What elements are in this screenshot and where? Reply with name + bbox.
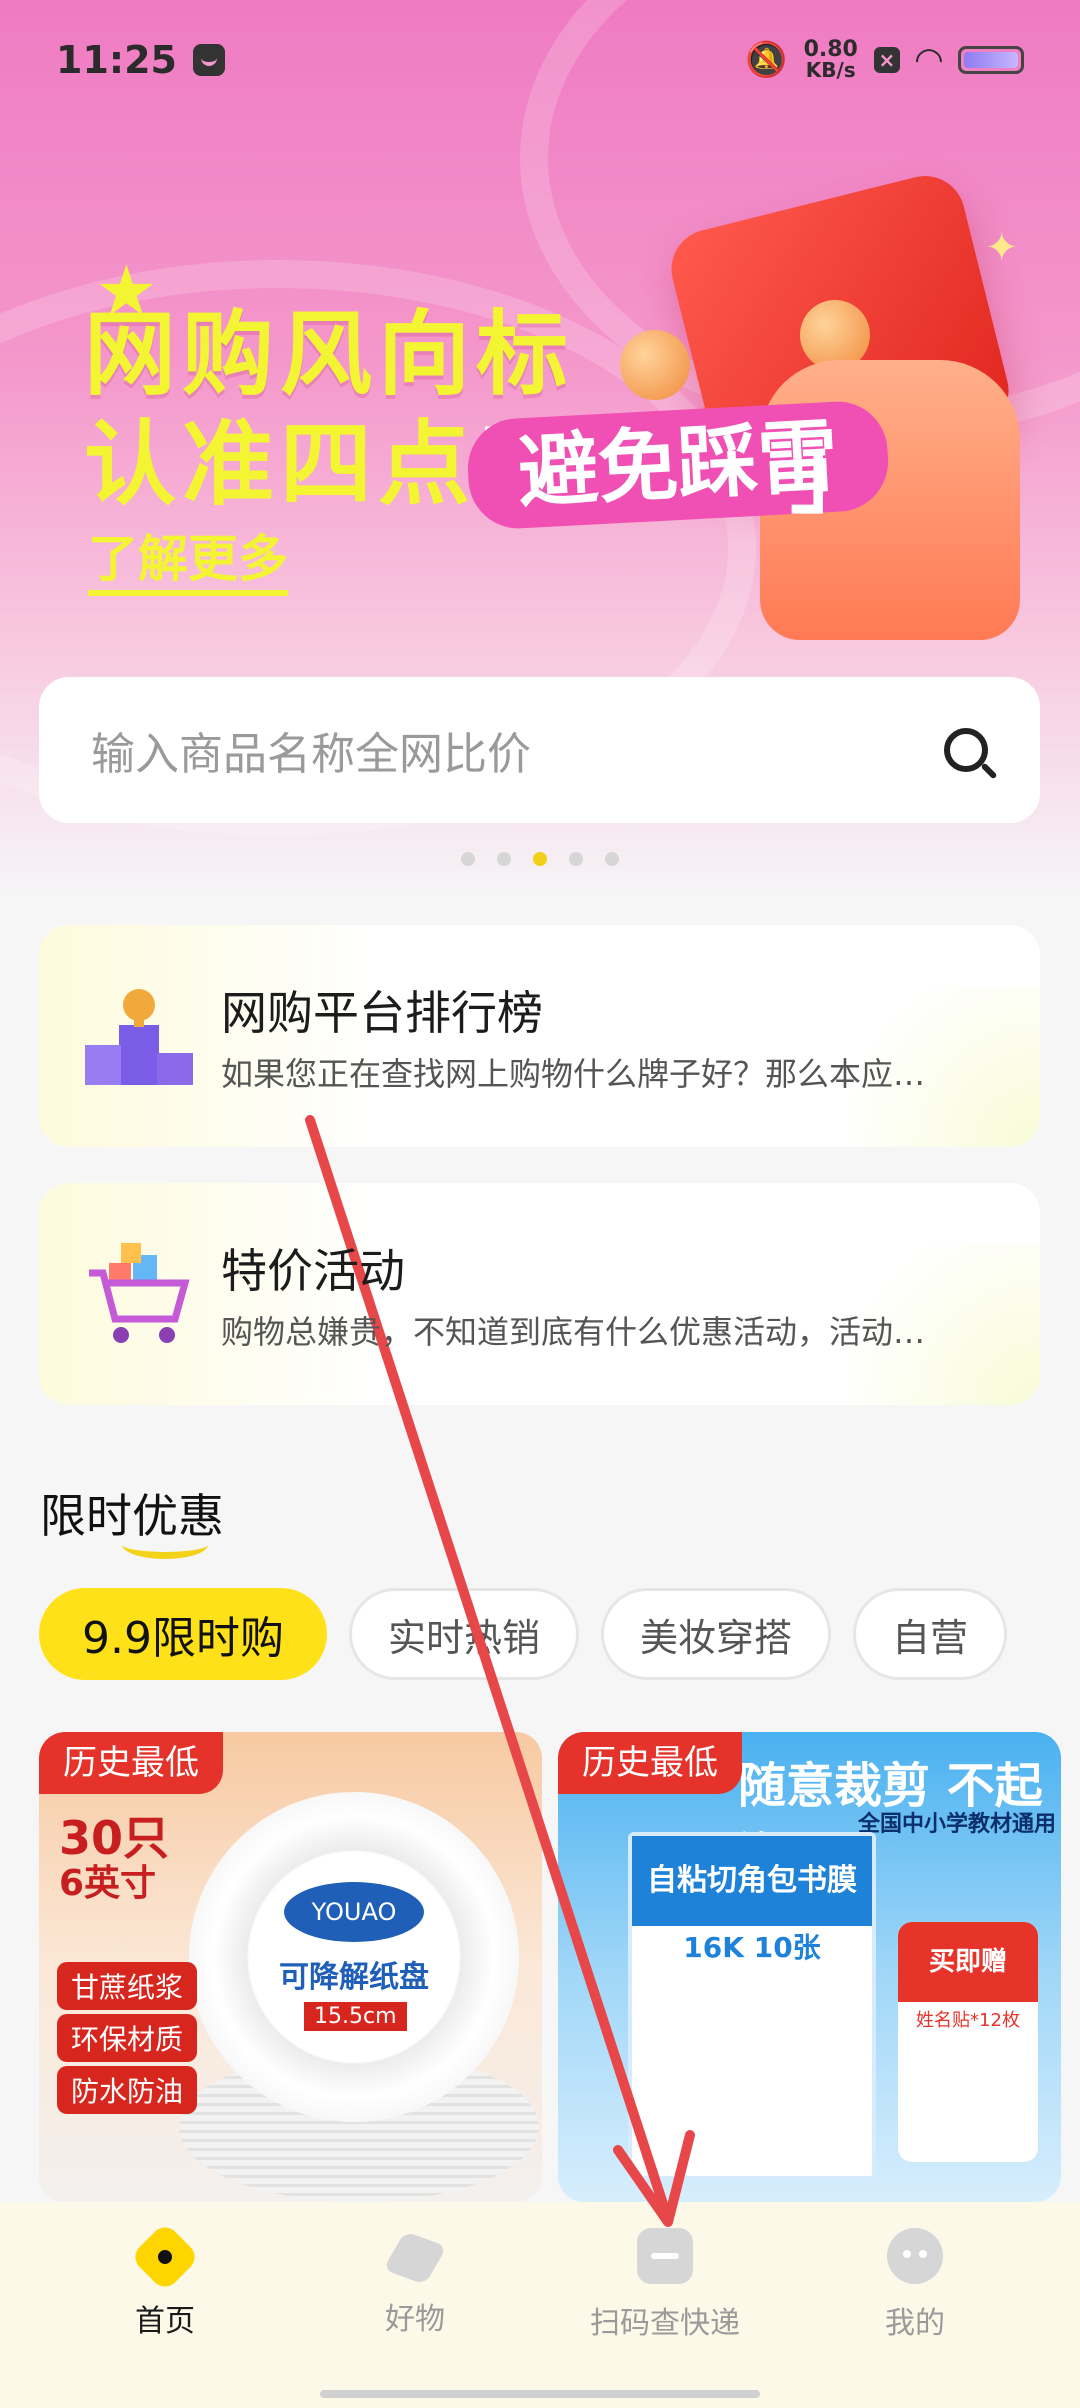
product-card[interactable]: 历史最低 30只 6英寸 YOUAO 可降解纸盘 15.5cm 甘蔗纸浆 环保材…	[39, 1732, 542, 2202]
product-inch: 6英寸	[59, 1863, 157, 1904]
paper-plate-image: YOUAO 可降解纸盘 15.5cm	[189, 1792, 519, 2122]
product-subtitle: 全国中小学教材通用	[858, 1812, 1057, 1837]
sim-off-icon: ×	[873, 47, 900, 73]
carousel-indicator	[0, 852, 1080, 866]
tab-flash-sale[interactable]: 9.9限时购	[39, 1588, 327, 1680]
feature-tag: 环保材质	[57, 2014, 198, 2062]
product-name: 可降解纸盘	[279, 1960, 429, 1995]
coin-illustration	[620, 330, 690, 400]
carousel-dot	[497, 852, 511, 866]
lowest-price-badge: 历史最低	[39, 1732, 223, 1794]
book-cover-product-image: 自粘切角包书膜 16K 10张	[628, 1832, 876, 2180]
section-title: 限时优惠	[40, 1480, 224, 1559]
gesture-home-indicator[interactable]	[320, 2390, 760, 2398]
banner-subheadline: 认准四点	[84, 411, 477, 518]
profile-icon	[887, 2228, 943, 2284]
carousel-dot	[569, 852, 583, 866]
nav-scan-express[interactable]: 扫码查快递	[565, 2202, 765, 2408]
wifi-icon: ◠	[915, 40, 942, 80]
deal-tabs: 9.9限时购 实时热销 美妆穿搭 自营	[39, 1588, 1008, 1680]
tab-hot-sales[interactable]: 实时热销	[348, 1588, 579, 1680]
search-icon[interactable]	[944, 728, 988, 772]
nav-label: 首页	[135, 2304, 195, 2339]
nav-profile[interactable]: 我的	[815, 2202, 1015, 2408]
card-description: 如果您正在查找网上购物什么牌子好？那么本应…	[221, 1055, 926, 1093]
banner-headline: 网购风向标	[84, 301, 575, 408]
card-title: 特价活动	[221, 1244, 405, 1298]
product-size: 15.5cm	[304, 2002, 407, 2031]
carousel-dot	[605, 852, 619, 866]
mute-bell-icon: 🔕	[745, 40, 788, 80]
nav-goods[interactable]: 好物	[315, 2202, 515, 2408]
special-offers-card[interactable]: 特价活动 购物总嫌贵，不知道到底有什么优惠活动，活动…	[39, 1183, 1040, 1405]
battery-icon	[958, 46, 1024, 74]
nav-home[interactable]: 首页	[65, 2202, 265, 2408]
tab-self-operated[interactable]: 自营	[853, 1588, 1008, 1680]
brand-logo: YOUAO	[284, 1882, 424, 1942]
home-icon	[129, 2221, 201, 2293]
product-card[interactable]: 历史最低 随意裁剪 不起泡 全国中小学教材通用 自粘切角包书膜 16K 10张 …	[558, 1732, 1061, 2202]
cube-icon	[383, 2231, 447, 2285]
message-notification-icon	[192, 44, 225, 76]
gift-promo: 买即赠 姓名贴*12枚	[898, 1922, 1038, 2162]
banner-bracket-close: 」	[790, 421, 880, 526]
learn-more-link[interactable]: 了解更多	[88, 528, 288, 596]
feature-tag: 防水防油	[57, 2066, 198, 2114]
bottom-navigation: 首页 好物 扫码查快递 我的	[0, 2202, 1080, 2408]
feature-tag: 甘蔗纸浆	[57, 1962, 198, 2010]
trophy-podium-icon	[85, 989, 193, 1085]
lowest-price-badge: 历史最低	[558, 1732, 742, 1794]
status-time: 11:25	[56, 38, 177, 82]
status-bar: 11:25 🔕 0.80 KB/s × ◠	[0, 0, 1080, 120]
card-description: 购物总嫌贵，不知道到底有什么优惠活动，活动…	[221, 1313, 926, 1351]
search-bar[interactable]: 输入商品名称全网比价	[39, 677, 1040, 823]
nav-label: 我的	[885, 2306, 945, 2341]
carousel-dot	[461, 852, 475, 866]
network-speed: 0.80 KB/s	[803, 37, 858, 82]
sparkle-icon: ✦	[985, 225, 1019, 271]
card-title: 网购平台排行榜	[221, 986, 543, 1040]
nav-label: 扫码查快递	[590, 2306, 740, 2341]
search-input[interactable]: 输入商品名称全网比价	[91, 718, 531, 782]
title-underline-decoration	[122, 1530, 208, 1559]
carousel-dot-active	[533, 852, 547, 866]
scan-icon	[637, 2228, 693, 2284]
tab-beauty-fashion[interactable]: 美妆穿搭	[601, 1588, 832, 1680]
ranking-card[interactable]: 网购平台排行榜 如果您正在查找网上购物什么牌子好？那么本应…	[39, 925, 1040, 1147]
shopping-cart-icon	[89, 1243, 190, 1343]
nav-label: 好物	[385, 2302, 445, 2337]
